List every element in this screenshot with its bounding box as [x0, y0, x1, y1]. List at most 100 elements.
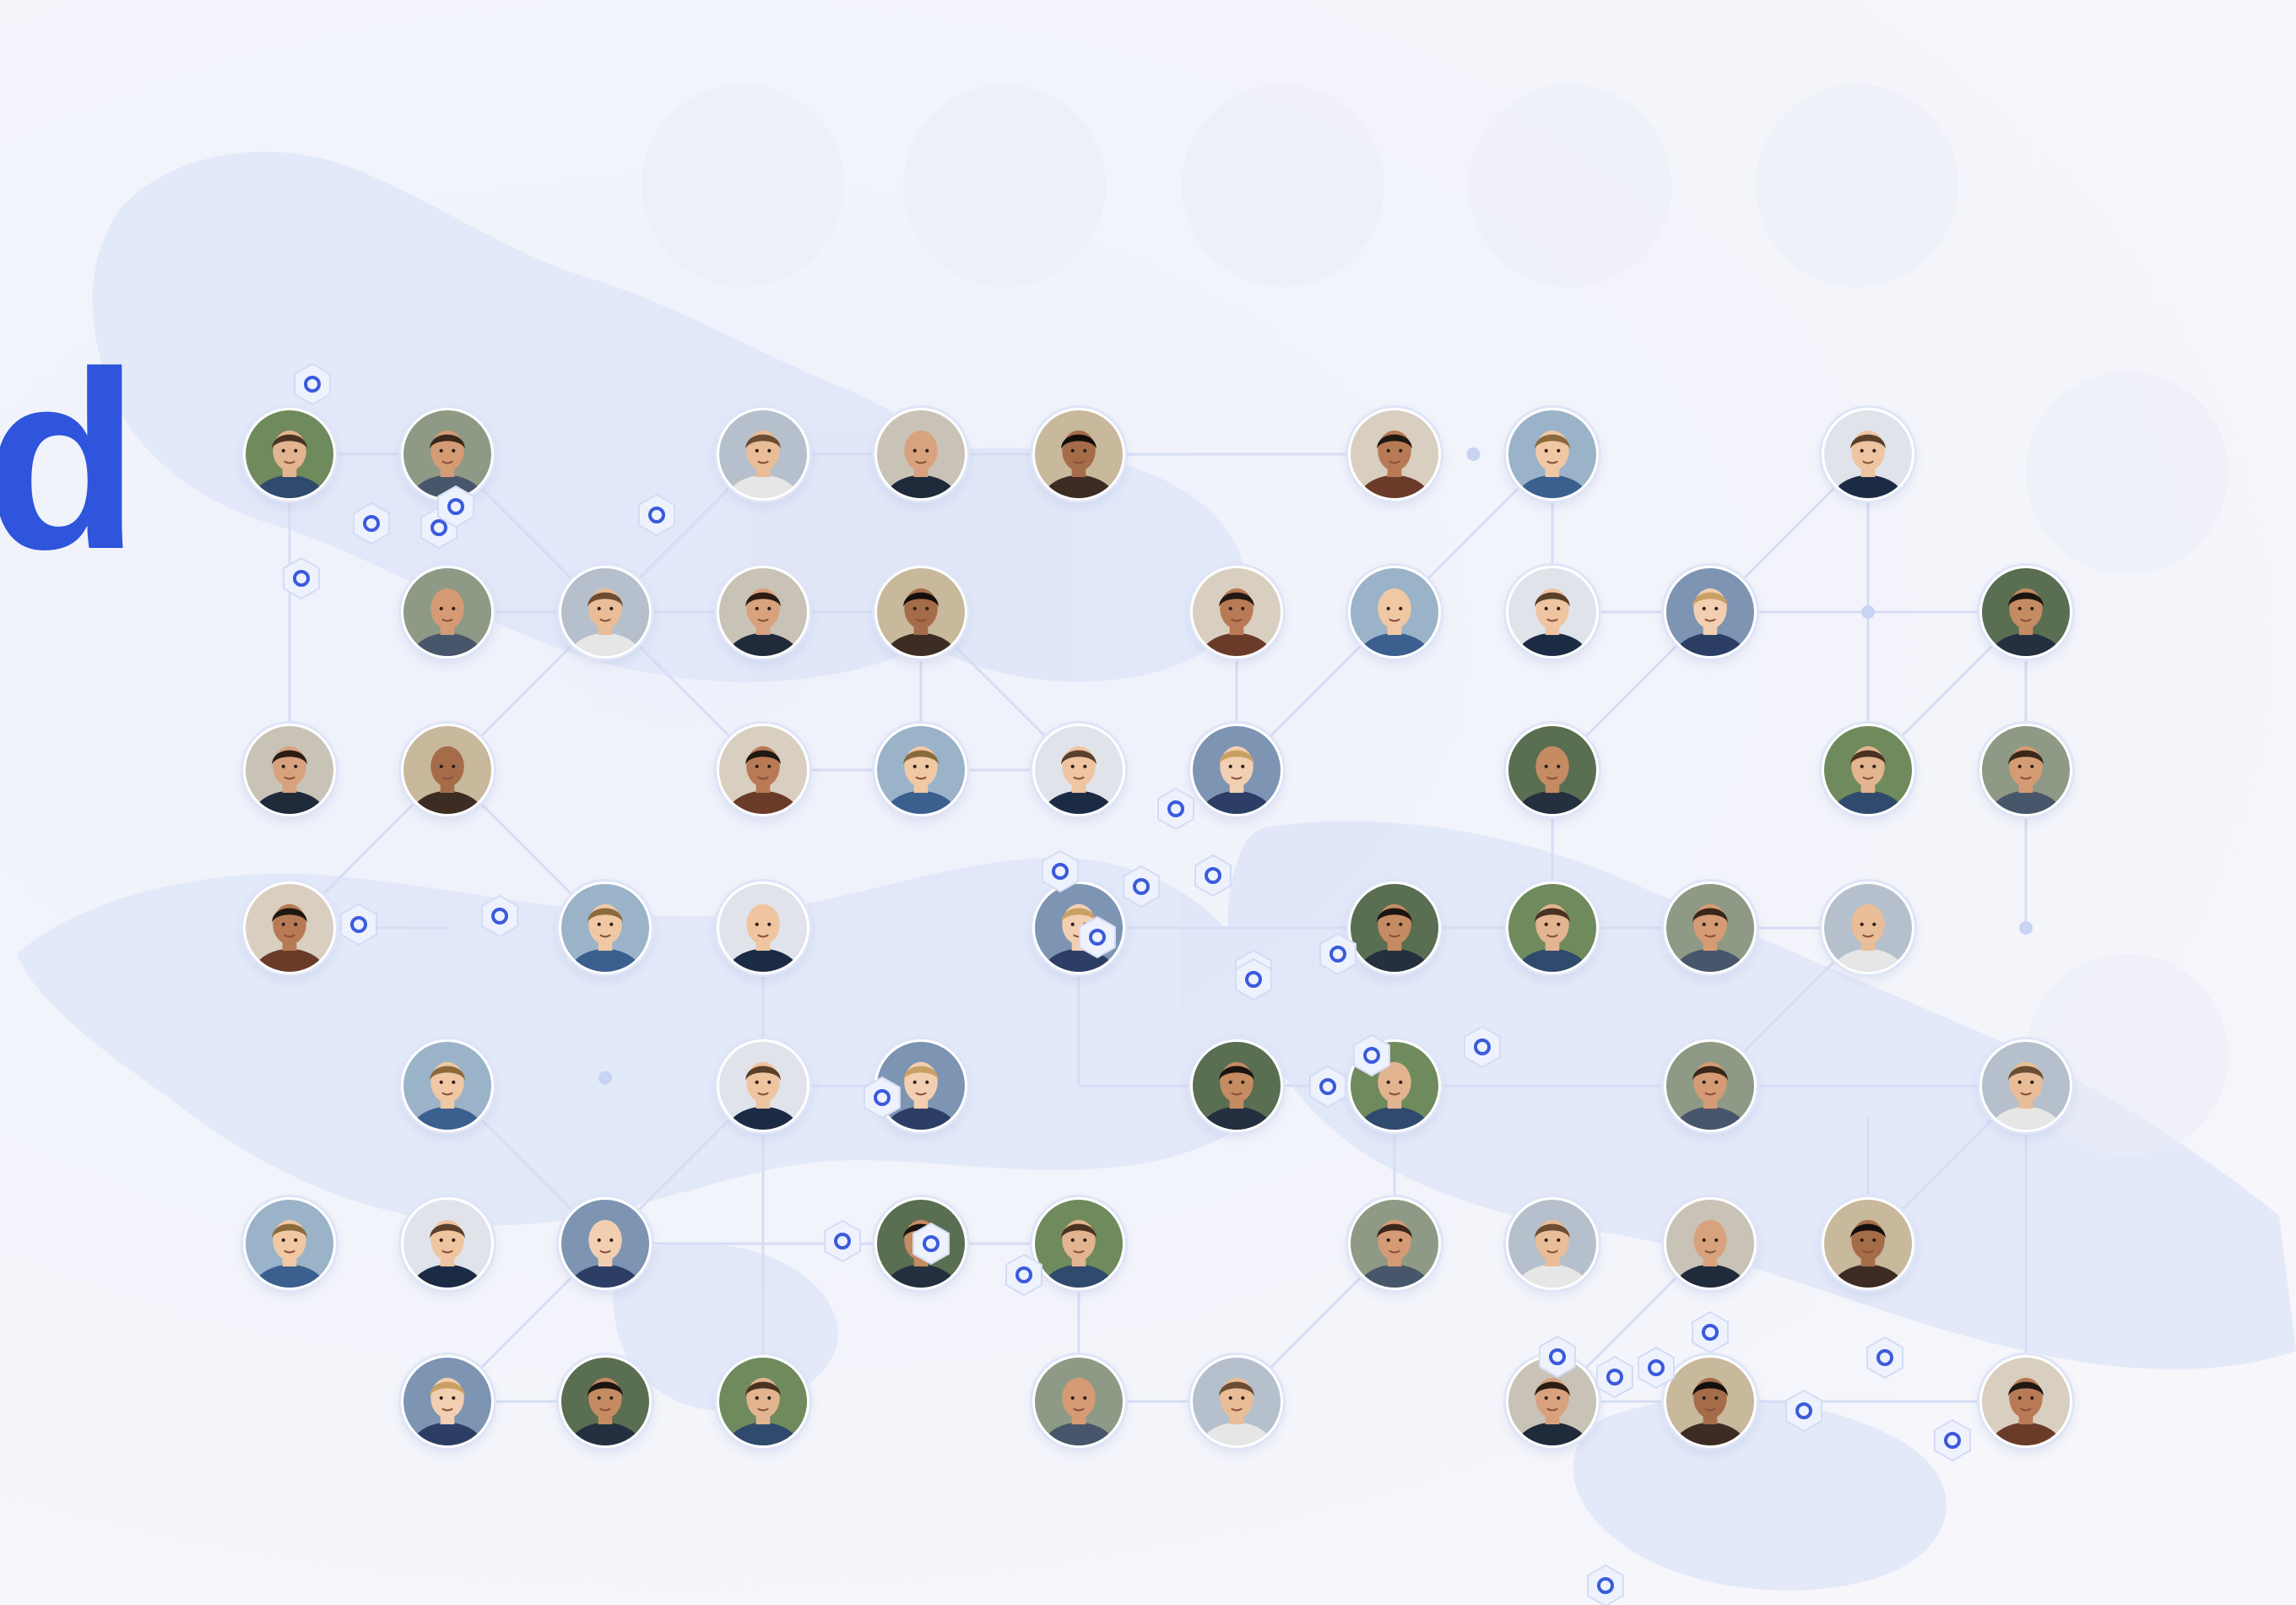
avatar [401, 566, 494, 659]
person-photo [1982, 1042, 2070, 1130]
person-photo [719, 726, 807, 814]
network-node-icon [1631, 1342, 1681, 1393]
network-node-icon [1685, 1307, 1736, 1358]
network-node-icon [276, 553, 327, 604]
avatar [1348, 1197, 1441, 1290]
avatar [1664, 881, 1757, 974]
avatar [1822, 1197, 1914, 1290]
person-photo [877, 726, 965, 814]
person-photo [1508, 1200, 1596, 1288]
person-photo [403, 568, 491, 656]
network-node-icon [1116, 861, 1167, 912]
avatar [1822, 881, 1914, 974]
network-node-icon [1313, 929, 1363, 979]
avatar [1979, 1355, 2072, 1448]
junction-dot [1466, 447, 1481, 461]
avatar [717, 408, 810, 501]
person-photo [1982, 1358, 2070, 1445]
network-node-icon [1860, 1332, 1910, 1383]
person-photo [246, 884, 333, 972]
person-photo [1351, 1200, 1438, 1288]
avatar [1979, 1039, 2072, 1132]
person-photo [719, 1358, 807, 1445]
junction-dot [598, 1071, 612, 1085]
network-node-icon [1228, 954, 1279, 1005]
person-photo [1508, 410, 1596, 498]
avatar [1506, 408, 1599, 501]
network-node-icon [1346, 1030, 1397, 1081]
network-node-icon [631, 490, 682, 540]
network-node-icon [287, 359, 338, 409]
person-photo [1035, 1358, 1123, 1445]
avatar [243, 724, 336, 816]
avatar [1190, 1039, 1283, 1132]
person-photo [1824, 726, 1912, 814]
avatar [717, 1355, 810, 1448]
network-node-icon [333, 899, 384, 950]
person-photo [719, 1042, 807, 1130]
person-photo [1824, 884, 1912, 972]
avatar [1979, 724, 2072, 816]
network-node-icon [1457, 1022, 1508, 1072]
person-photo [403, 1042, 491, 1130]
person-photo [561, 1200, 649, 1288]
avatar [717, 566, 810, 659]
avatar [401, 1197, 494, 1290]
avatar [717, 1039, 810, 1132]
avatar [875, 566, 967, 659]
person-photo [719, 884, 807, 972]
heading-fragment: d [0, 318, 139, 602]
network-node-icon [1580, 1560, 1631, 1605]
network-node-icon [1927, 1415, 1978, 1466]
person-photo [403, 1358, 491, 1445]
person-photo [1035, 410, 1123, 498]
avatar [1506, 1197, 1599, 1290]
avatar [1664, 1197, 1757, 1290]
person-photo [1193, 568, 1281, 656]
person-photo [719, 410, 807, 498]
person-photo [246, 1200, 333, 1288]
network-node-icon [1302, 1061, 1353, 1112]
network-node-icon [1188, 850, 1238, 901]
network-illustration: d [0, 0, 2296, 1605]
person-photo [1193, 1042, 1281, 1130]
network-node-icon [906, 1218, 956, 1269]
person-photo [403, 1200, 491, 1288]
person-photo [1193, 726, 1281, 814]
network-node-icon [1779, 1385, 1829, 1436]
person-photo [1193, 1358, 1281, 1445]
avatar [401, 1355, 494, 1448]
avatar [1506, 724, 1599, 816]
avatar [1032, 724, 1125, 816]
avatar [1506, 566, 1599, 659]
person-photo [246, 726, 333, 814]
person-photo [561, 568, 649, 656]
person-photo [1666, 1042, 1754, 1130]
avatar [1664, 1039, 1757, 1132]
avatar [401, 724, 494, 816]
avatar [1032, 1355, 1125, 1448]
avatar [1348, 566, 1441, 659]
network-node-icon [857, 1072, 907, 1123]
person-photo [403, 726, 491, 814]
avatar [717, 881, 810, 974]
junction-dot [2019, 921, 2033, 935]
network-node-icon [430, 481, 481, 532]
avatar [875, 724, 967, 816]
avatar [875, 408, 967, 501]
person-photo [1351, 568, 1438, 656]
person-photo [1508, 884, 1596, 972]
person-photo [1666, 1200, 1754, 1288]
network-node-icon [1035, 846, 1086, 897]
connection-lines [288, 447, 2033, 1403]
person-photo [1666, 568, 1754, 656]
person-photo [561, 1358, 649, 1445]
person-photo [1508, 568, 1596, 656]
avatar [1190, 724, 1283, 816]
person-photo [719, 568, 807, 656]
person-photo [1982, 568, 2070, 656]
person-photo [246, 410, 333, 498]
avatar [243, 408, 336, 501]
person-photo [1035, 726, 1123, 814]
person-photo [1824, 410, 1912, 498]
